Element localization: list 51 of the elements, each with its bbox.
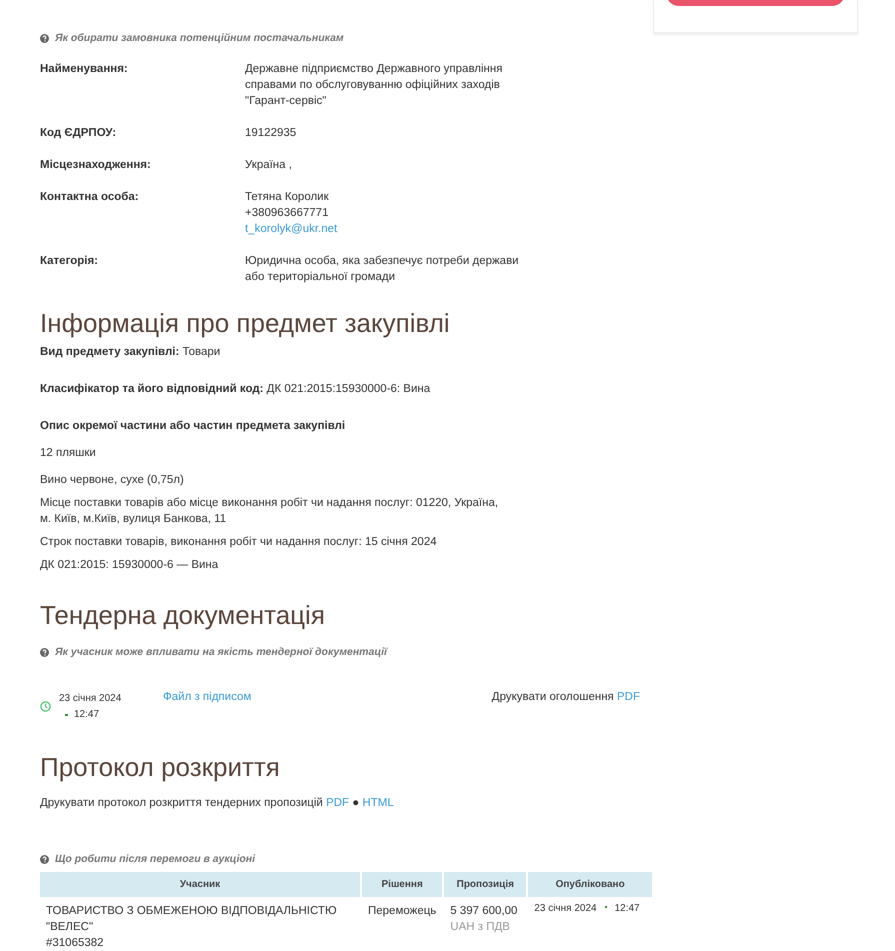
hint-link[interactable]: Як учасник може впливати на якість тендерної документації <box>55 646 387 658</box>
pdf-link[interactable]: PDF <box>326 797 350 809</box>
column-header: Опубліковано <box>528 872 652 897</box>
html-link[interactable]: HTML <box>362 797 394 809</box>
detail-line: Класифікатор та його відповідний код: ДК 021:2015:15930000-6: Вина <box>40 382 432 397</box>
print-label: Друкувати оголошення <box>492 691 614 703</box>
participant-code: #31065382 <box>46 936 105 951</box>
field-value: 19122935 <box>245 126 298 141</box>
description-text: ДК 021:2015: 15930000-6 — Вина <box>40 558 220 573</box>
decision-cell-text: Переможець <box>367 904 438 919</box>
field-label: Найменування: <box>40 62 129 77</box>
field-label: Категорія: <box>40 254 100 269</box>
field-label: Контактна особа: <box>40 190 140 205</box>
bullet-separator: ● <box>352 797 360 809</box>
field-value: Державне підприємство Державного управління справами по обслуговуванню офіційних заходів "Гарант-сервіс" <box>245 62 504 109</box>
hint-link[interactable]: Як обирати замовника потенційним постачальникам <box>55 32 344 44</box>
detail-line: Вид предмету закупівлі: Товари <box>40 345 222 360</box>
column-header: Рішення <box>362 872 442 897</box>
bullet-icon <box>604 906 607 908</box>
description-text: Місце поставки товарів або місце виконання робіт чи надання послуг: 01220, Україна, м. Київ, м.Київ, вулиця Банкова, 11 <box>40 496 500 527</box>
description-text: Строк поставки товарів, виконання робіт чи надання послуг: 15 січня 2024 <box>40 535 438 550</box>
hint-link[interactable]: Що робити після перемоги в аукціоні <box>55 853 256 865</box>
time-text: 12:47 <box>614 903 640 914</box>
help-icon <box>40 34 49 42</box>
file-link[interactable]: Файл з підписом <box>163 691 252 703</box>
date-text: 23 січня 2024 <box>534 903 597 914</box>
email-link[interactable]: t_korolyk@ukr.net <box>245 221 530 237</box>
subsection-title: Опис окремої частини або частин предмета закупівлі <box>40 419 346 434</box>
field-label: Код ЄДРПОУ: <box>40 126 118 141</box>
currency-text: UAH з ПДВ <box>450 920 511 935</box>
section-heading: Протокол розкриття <box>40 751 281 783</box>
pdf-link[interactable]: PDF <box>617 691 640 703</box>
section-heading: Тендерна документація <box>40 599 326 631</box>
help-icon <box>40 854 49 864</box>
amount-text: 5 397 600,00 <box>450 904 518 919</box>
help-icon <box>40 648 49 656</box>
field-value: Юридична особа, яка забезпечує потреби держави або територіальної громади <box>245 254 520 285</box>
participant-name: ТОВАРИСТВО З ОБМЕЖЕНОЮ ВІДПОВІДАЛЬНІСТЮ "ВЕЛЕС" <box>46 904 338 935</box>
column-header: Пропозиція <box>444 872 526 897</box>
field-value: Тетяна Королик <box>245 190 330 205</box>
date-text: 23 січня 2024 <box>59 692 122 706</box>
field-value: Україна , <box>245 158 293 173</box>
column-header: Учасник <box>40 872 360 897</box>
clock-icon <box>40 701 51 712</box>
field-value: +380963667771 <box>245 206 330 221</box>
description-text: Вино червоне, сухе (0,75л) <box>40 473 185 488</box>
field-label: Місцезнаходження: <box>40 158 152 173</box>
description-text: 12 пляшки <box>40 446 97 461</box>
time-text: 12:47 <box>74 708 100 722</box>
section-heading: Інформація про предмет закупівлі <box>40 307 451 339</box>
print-label: Друкувати протокол розкриття тендерних пропозицій <box>40 797 323 809</box>
